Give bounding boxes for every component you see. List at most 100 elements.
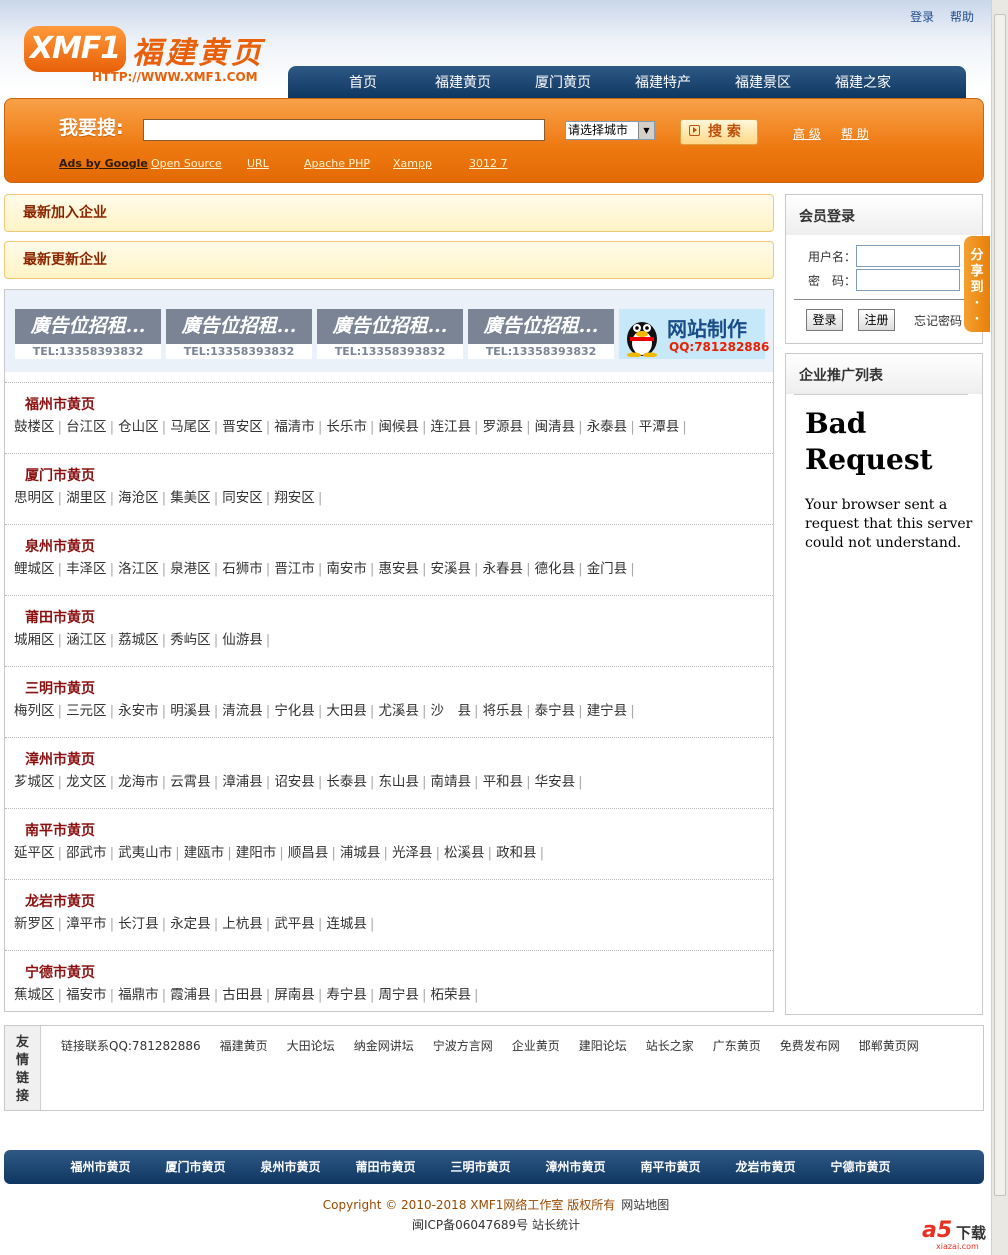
advanced-search-link[interactable]: 高 级 — [793, 125, 821, 142]
district-link[interactable]: 长汀县 — [118, 916, 159, 932]
ad-banner[interactable]: 廣告位招租... TEL:13358393832 — [15, 309, 161, 359]
district-link[interactable]: 柘荣县 — [431, 987, 472, 1003]
nav-fujian-home[interactable]: 福建之家 — [813, 72, 913, 92]
district-link[interactable]: 周宁县 — [378, 987, 419, 1003]
district-link[interactable]: 邵武市 — [66, 845, 107, 861]
district-link[interactable]: 城厢区 — [14, 632, 55, 648]
search-button[interactable]: 搜 索 — [680, 119, 758, 145]
district-link[interactable]: 沙 县 — [431, 703, 472, 719]
district-link[interactable]: 马尾区 — [170, 419, 211, 435]
district-link[interactable]: 漳平市 — [66, 916, 107, 932]
friend-link[interactable]: 链接联系QQ:781282886 — [61, 1039, 201, 1053]
district-link[interactable]: 连城县 — [326, 916, 367, 932]
ad-link[interactable]: Xampp — [393, 157, 432, 170]
footer-nav-item[interactable]: 龙岩市黄页 — [718, 1158, 813, 1175]
district-link[interactable]: 鼓楼区 — [14, 419, 55, 435]
district-link[interactable]: 诏安县 — [274, 774, 315, 790]
friend-link[interactable]: 纳金网讲坛 — [354, 1039, 414, 1053]
district-link[interactable]: 松溪县 — [444, 845, 485, 861]
login-button[interactable]: 登录 — [806, 309, 843, 331]
district-link[interactable]: 晋江市 — [274, 561, 315, 577]
district-link[interactable]: 寿宁县 — [326, 987, 367, 1003]
district-link[interactable]: 建宁县 — [587, 703, 628, 719]
friend-link[interactable]: 免费发布网 — [780, 1039, 840, 1053]
district-link[interactable]: 思明区 — [14, 490, 55, 506]
district-link[interactable]: 闽候县 — [378, 419, 419, 435]
district-link[interactable]: 永春县 — [483, 561, 524, 577]
nav-home[interactable]: 首页 — [313, 72, 413, 92]
district-link[interactable]: 云霄县 — [170, 774, 211, 790]
district-link[interactable]: 南靖县 — [431, 774, 472, 790]
footer-nav-item[interactable]: 厦门市黄页 — [148, 1158, 243, 1175]
district-link[interactable]: 永安市 — [118, 703, 159, 719]
region-title[interactable]: 三明市黄页 — [25, 678, 95, 698]
district-link[interactable]: 集美区 — [170, 490, 211, 506]
district-link[interactable]: 平和县 — [483, 774, 524, 790]
icp-link[interactable]: 闽ICP备06047689号 — [412, 1218, 528, 1232]
district-link[interactable]: 罗源县 — [483, 419, 524, 435]
friend-link[interactable]: 建阳论坛 — [579, 1039, 627, 1053]
district-link[interactable]: 安溪县 — [431, 561, 472, 577]
district-link[interactable]: 翔安区 — [274, 490, 315, 506]
friend-link[interactable]: 企业黄页 — [512, 1039, 560, 1053]
nav-fujian-specialties[interactable]: 福建特产 — [613, 72, 713, 92]
district-link[interactable]: 鲤城区 — [14, 561, 55, 577]
district-link[interactable]: 东山县 — [378, 774, 419, 790]
district-link[interactable]: 连江县 — [431, 419, 472, 435]
ad-link[interactable]: Open Source — [151, 157, 222, 170]
district-link[interactable]: 长乐市 — [326, 419, 367, 435]
district-link[interactable]: 长泰县 — [326, 774, 367, 790]
footer-nav-item[interactable]: 莆田市黄页 — [338, 1158, 433, 1175]
district-link[interactable]: 闽清县 — [535, 419, 576, 435]
district-link[interactable]: 新罗区 — [14, 916, 55, 932]
footer-nav-item[interactable]: 福州市黄页 — [53, 1158, 148, 1175]
region-title[interactable]: 龙岩市黄页 — [25, 891, 95, 911]
district-link[interactable]: 晋安区 — [222, 419, 263, 435]
region-title[interactable]: 漳州市黄页 — [25, 749, 95, 769]
district-link[interactable]: 芗城区 — [14, 774, 55, 790]
ad-link[interactable]: 3012 7 — [469, 157, 508, 170]
district-link[interactable]: 政和县 — [496, 845, 537, 861]
district-link[interactable]: 将乐县 — [483, 703, 524, 719]
district-link[interactable]: 龙海市 — [118, 774, 159, 790]
district-link[interactable]: 大田县 — [326, 703, 367, 719]
region-title[interactable]: 莆田市黄页 — [25, 607, 95, 627]
region-title[interactable]: 泉州市黄页 — [25, 536, 95, 556]
friend-link[interactable]: 邯郸黄页网 — [859, 1039, 919, 1053]
friend-link[interactable]: 大田论坛 — [287, 1039, 335, 1053]
region-title[interactable]: 厦门市黄页 — [25, 465, 95, 485]
district-link[interactable]: 尤溪县 — [378, 703, 419, 719]
share-tab[interactable]: 分 享 到 · · — [964, 236, 990, 332]
district-link[interactable]: 三元区 — [66, 703, 107, 719]
footer-nav-item[interactable]: 南平市黄页 — [623, 1158, 718, 1175]
district-link[interactable]: 屏南县 — [274, 987, 315, 1003]
district-link[interactable]: 漳浦县 — [222, 774, 263, 790]
city-select[interactable]: 请选择城市 ▼ — [565, 121, 655, 140]
district-link[interactable]: 平潭县 — [639, 419, 680, 435]
footer-nav-item[interactable]: 泉州市黄页 — [243, 1158, 338, 1175]
district-link[interactable]: 仙游县 — [222, 632, 263, 648]
register-button[interactable]: 注册 — [858, 309, 895, 331]
chevron-down-icon[interactable]: ▼ — [638, 122, 654, 139]
password-input[interactable] — [856, 269, 960, 291]
top-help-link[interactable]: 帮助 — [950, 10, 974, 24]
district-link[interactable]: 武平县 — [274, 916, 315, 932]
district-link[interactable]: 明溪县 — [170, 703, 211, 719]
district-link[interactable]: 霞浦县 — [170, 987, 211, 1003]
district-link[interactable]: 石狮市 — [222, 561, 263, 577]
district-link[interactable]: 福清市 — [274, 419, 315, 435]
nav-fujian-yellowpages[interactable]: 福建黄页 — [413, 72, 513, 92]
nav-xiamen-yellowpages[interactable]: 厦门黄页 — [513, 72, 613, 92]
district-link[interactable]: 建阳市 — [236, 845, 277, 861]
district-link[interactable]: 惠安县 — [378, 561, 419, 577]
friend-link[interactable]: 宁波方言网 — [433, 1039, 493, 1053]
region-title[interactable]: 宁德市黄页 — [25, 962, 95, 982]
page-scrollbar[interactable] — [991, 0, 1008, 1255]
nav-fujian-scenic[interactable]: 福建景区 — [713, 72, 813, 92]
district-link[interactable]: 清流县 — [222, 703, 263, 719]
ads-by-google[interactable]: Ads by Google — [59, 157, 148, 170]
footer-nav-item[interactable]: 三明市黄页 — [433, 1158, 528, 1175]
footer-nav-item[interactable]: 漳州市黄页 — [528, 1158, 623, 1175]
district-link[interactable]: 洛江区 — [118, 561, 159, 577]
district-link[interactable]: 南安市 — [326, 561, 367, 577]
